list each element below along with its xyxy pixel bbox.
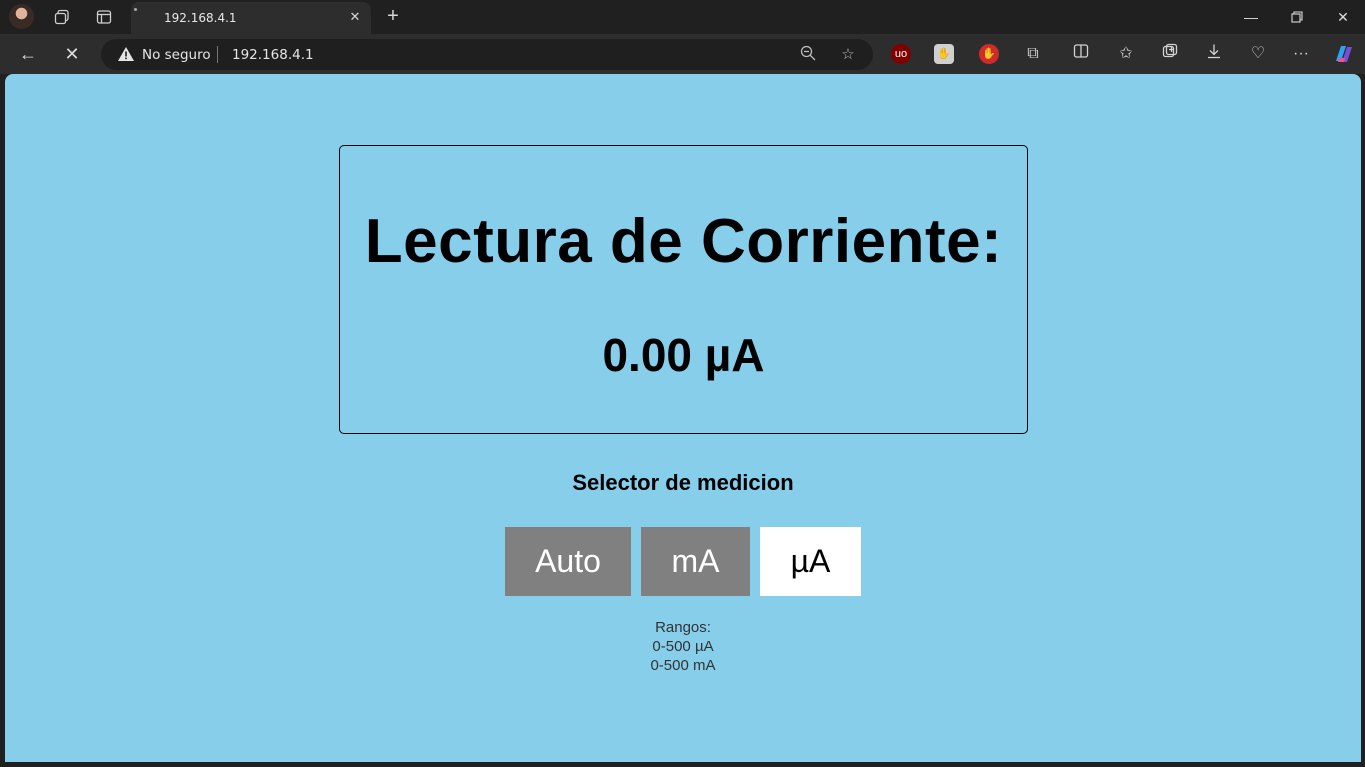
ublock-extension-icon[interactable]: uo xyxy=(891,44,911,64)
split-screen-icon[interactable] xyxy=(1070,43,1092,65)
mode-ua-button[interactable]: µA xyxy=(760,527,861,596)
profile-avatar[interactable] xyxy=(9,4,34,29)
security-label[interactable]: No seguro xyxy=(142,47,211,63)
favorite-star-icon[interactable]: ☆ xyxy=(838,45,858,65)
close-tab-icon[interactable]: ✕ xyxy=(347,9,363,25)
ranges-title: Rangos: xyxy=(655,619,711,636)
ranges-info: Rangos: 0-500 µA 0-500 mA xyxy=(5,618,1361,675)
new-tab-icon[interactable]: + xyxy=(382,5,404,27)
browser-essentials-icon[interactable]: ♡ xyxy=(1247,43,1269,65)
divider xyxy=(217,46,218,63)
downloads-icon[interactable] xyxy=(1203,43,1225,65)
selector-title: Selector de medicion xyxy=(572,470,794,495)
tab-actions-icon[interactable] xyxy=(93,6,115,28)
back-icon[interactable]: ← xyxy=(16,42,40,66)
current-reading-value: 0.00 µA xyxy=(602,329,765,381)
window-bottom-edge xyxy=(0,762,1365,767)
url-text[interactable]: 192.168.4.1 xyxy=(232,47,314,63)
warning-icon xyxy=(118,47,134,61)
title-bar: 192.168.4.1 ✕ + — ✕ xyxy=(0,0,1365,34)
more-options-icon[interactable]: ··· xyxy=(1290,43,1312,65)
reading-panel: Lectura de Corriente: 0.00 µA xyxy=(339,145,1028,434)
workspaces-icon[interactable] xyxy=(51,6,73,28)
minimize-icon[interactable]: — xyxy=(1239,6,1263,28)
favorites-icon[interactable]: ✩ xyxy=(1115,43,1137,65)
stop-extension-icon[interactable]: ✋ xyxy=(979,44,999,64)
extensions-puzzle-icon[interactable]: ⧉ xyxy=(1022,43,1044,65)
close-window-icon[interactable]: ✕ xyxy=(1331,6,1355,28)
loading-indicator-icon xyxy=(134,8,137,11)
collections-icon[interactable] xyxy=(1159,43,1181,65)
page-viewport: Lectura de Corriente: 0.00 µA Selector d… xyxy=(5,74,1361,762)
extension-icon[interactable]: ✋ xyxy=(934,44,954,64)
range-ua: 0-500 µA xyxy=(652,638,714,655)
restore-icon[interactable] xyxy=(1285,6,1309,28)
copilot-icon[interactable] xyxy=(1331,43,1357,65)
range-ma: 0-500 mA xyxy=(650,657,716,674)
tab-title: 192.168.4.1 xyxy=(164,11,237,25)
zoom-out-icon[interactable] xyxy=(798,45,818,65)
active-tab[interactable]: 192.168.4.1 ✕ xyxy=(131,2,371,34)
stop-loading-icon[interactable]: ✕ xyxy=(60,42,84,66)
mode-ma-button[interactable]: mA xyxy=(641,527,750,596)
reading-title: Lectura de Corriente: xyxy=(364,207,1003,276)
address-bar[interactable]: No seguro 192.168.4.1 ☆ xyxy=(101,39,873,70)
browser-toolbar: ← ✕ No seguro 192.168.4.1 ☆ uo ✋ ✋ ⧉ ✩ ♡… xyxy=(0,34,1365,74)
mode-auto-button[interactable]: Auto xyxy=(505,527,631,596)
